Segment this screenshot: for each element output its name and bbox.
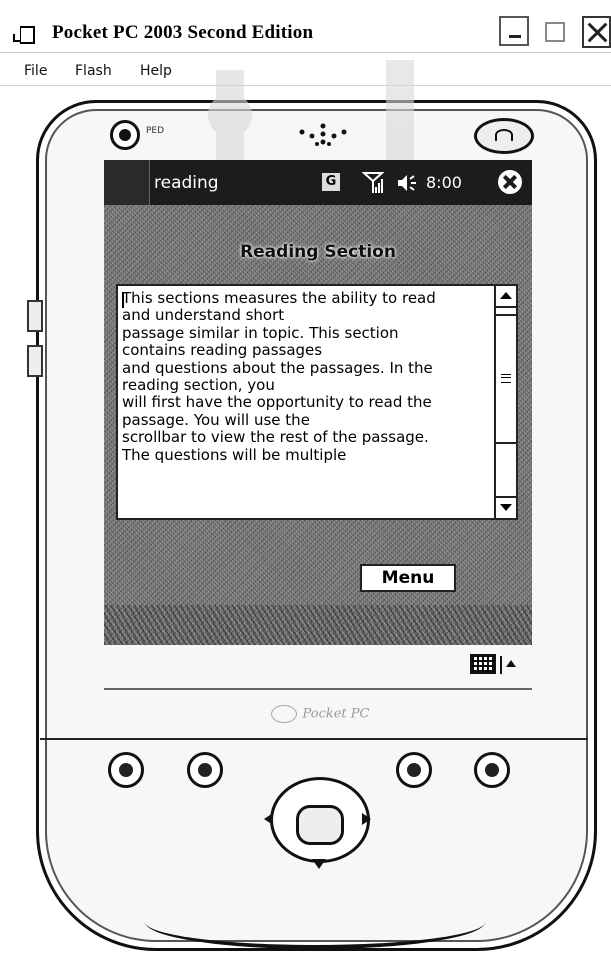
device-brand: Pocket PC bbox=[230, 705, 410, 723]
brand-label: Pocket PC bbox=[302, 706, 370, 722]
maximize-button[interactable] bbox=[545, 22, 565, 42]
led-indicator-icon bbox=[110, 120, 140, 150]
passage-text-panel[interactable]: This sections measures the ability to re… bbox=[116, 284, 518, 520]
led-label: PED bbox=[146, 126, 165, 136]
contacts-hardware-button[interactable] bbox=[187, 752, 223, 788]
nav-title: reading bbox=[154, 173, 219, 193]
signal-icon[interactable] bbox=[362, 171, 384, 195]
calendar-hardware-button[interactable] bbox=[108, 752, 144, 788]
menubar: File Flash Help bbox=[0, 55, 611, 86]
scroll-down-arrow-icon[interactable] bbox=[496, 496, 516, 518]
device-bottom-edge bbox=[145, 895, 485, 949]
windows-logo-icon bbox=[270, 705, 297, 723]
screen-bottom-strip bbox=[104, 605, 532, 645]
window-close-button[interactable] bbox=[582, 16, 611, 48]
side-button-lower[interactable] bbox=[27, 345, 43, 377]
input-panel-toggle[interactable] bbox=[470, 652, 522, 678]
home-hardware-button[interactable] bbox=[474, 752, 510, 788]
contacts-icon bbox=[196, 761, 214, 779]
clock-text[interactable]: 8:00 bbox=[426, 173, 462, 192]
sip-arrow-up-icon[interactable] bbox=[500, 656, 520, 674]
screen-bottom-divider bbox=[104, 688, 532, 690]
scroll-grip-icon bbox=[501, 374, 511, 383]
dpad-down-arrow-icon[interactable] bbox=[312, 859, 326, 869]
keyboard-icon[interactable] bbox=[470, 654, 496, 674]
g-badge-icon[interactable]: G bbox=[322, 173, 340, 191]
menu-help[interactable]: Help bbox=[140, 63, 172, 79]
navigation-bar: reading G 8:00 bbox=[104, 160, 532, 205]
scroll-up-arrow-icon[interactable] bbox=[496, 286, 516, 308]
volume-icon[interactable] bbox=[396, 173, 418, 193]
calendar-icon bbox=[117, 761, 135, 779]
scroll-thumb[interactable] bbox=[496, 314, 516, 444]
window-titlebar: Pocket PC 2003 Second Edition bbox=[0, 0, 611, 53]
speaker-grille-icon bbox=[299, 123, 347, 146]
dpad-center-button[interactable] bbox=[296, 805, 344, 845]
menu-file[interactable]: File bbox=[24, 63, 47, 79]
dpad-left-arrow-icon[interactable] bbox=[264, 813, 273, 825]
close-circle-icon[interactable] bbox=[498, 170, 522, 194]
vertical-scrollbar[interactable] bbox=[494, 286, 516, 518]
home-icon bbox=[483, 761, 501, 779]
inbox-icon bbox=[405, 761, 423, 779]
dpad-right-arrow-icon[interactable] bbox=[362, 813, 371, 825]
menu-button[interactable]: Menu bbox=[360, 564, 456, 592]
text-caret bbox=[122, 292, 124, 308]
start-icon[interactable] bbox=[104, 160, 150, 205]
menu-flash[interactable]: Flash bbox=[75, 63, 112, 79]
passage-text[interactable]: This sections measures the ability to re… bbox=[122, 290, 492, 516]
device-screen: reading G 8:00 Reading Section This sect… bbox=[104, 160, 532, 645]
window-title: Pocket PC 2003 Second Edition bbox=[52, 22, 314, 43]
power-button[interactable] bbox=[474, 118, 534, 154]
hardware-band-divider bbox=[40, 738, 588, 740]
inbox-hardware-button[interactable] bbox=[396, 752, 432, 788]
section-heading: Reading Section bbox=[240, 242, 396, 262]
directional-pad[interactable] bbox=[250, 765, 390, 875]
app-icon bbox=[13, 26, 35, 44]
minimize-button[interactable] bbox=[499, 16, 529, 46]
side-button-upper[interactable] bbox=[27, 300, 43, 332]
